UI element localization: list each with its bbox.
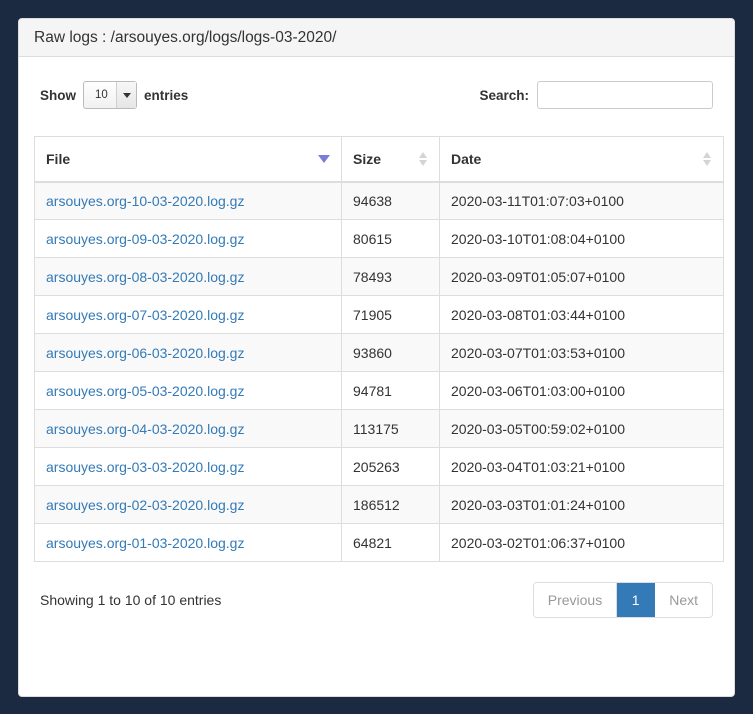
entries-info: Showing 1 to 10 of 10 entries — [40, 592, 222, 608]
cell-size: 94638 — [341, 181, 440, 220]
cell-file: arsouyes.org-04-03-2020.log.gz — [34, 409, 342, 448]
column-header-date-label: Date — [451, 150, 482, 167]
cell-size: 71905 — [341, 295, 440, 334]
cell-file: arsouyes.org-10-03-2020.log.gz — [34, 181, 342, 220]
sort-descending-icon — [318, 154, 330, 163]
cell-file: arsouyes.org-01-03-2020.log.gz — [34, 523, 342, 562]
cell-date: 2020-03-08T01:03:44+0100 — [439, 295, 724, 334]
table-row: arsouyes.org-06-03-2020.log.gz 93860 2020-… — [34, 333, 724, 372]
table-controls: Show 10 entries Search: — [34, 78, 719, 112]
cell-size: 64821 — [341, 523, 440, 562]
table-row: arsouyes.org-01-03-2020.log.gz 64821 2020-… — [34, 523, 724, 562]
search-control: Search: — [479, 81, 713, 109]
page-length-select[interactable]: 10 — [83, 81, 137, 109]
file-link[interactable]: arsouyes.org-09-03-2020.log.gz — [46, 231, 244, 247]
cell-file: arsouyes.org-09-03-2020.log.gz — [34, 219, 342, 258]
chevron-down-icon — [116, 82, 136, 108]
pagination-page-1-button[interactable]: 1 — [617, 583, 656, 617]
cell-date: 2020-03-11T01:07:03+0100 — [439, 181, 724, 220]
show-label: Show — [40, 87, 76, 103]
file-link[interactable]: arsouyes.org-10-03-2020.log.gz — [46, 193, 244, 209]
cell-date: 2020-03-05T00:59:02+0100 — [439, 409, 724, 448]
file-link[interactable]: arsouyes.org-02-03-2020.log.gz — [46, 497, 244, 513]
cell-size: 205263 — [341, 447, 440, 486]
pagination-previous-button[interactable]: Previous — [533, 583, 618, 617]
column-header-date[interactable]: Date — [439, 136, 724, 183]
cell-date: 2020-03-04T01:03:21+0100 — [439, 447, 724, 486]
column-header-size[interactable]: Size — [341, 136, 440, 183]
cell-file: arsouyes.org-02-03-2020.log.gz — [34, 485, 342, 524]
table-row: arsouyes.org-05-03-2020.log.gz 94781 2020-… — [34, 371, 724, 410]
file-link[interactable]: arsouyes.org-05-03-2020.log.gz — [46, 383, 244, 399]
column-header-size-label: Size — [353, 150, 382, 167]
file-link[interactable]: arsouyes.org-01-03-2020.log.gz — [46, 535, 244, 551]
cell-size: 93860 — [341, 333, 440, 372]
cell-size: 113175 — [341, 409, 440, 448]
cell-date: 2020-03-03T01:01:24+0100 — [439, 485, 724, 524]
table-footer: Showing 1 to 10 of 10 entries Previous 1… — [34, 582, 719, 618]
column-header-file-label: File — [46, 150, 71, 167]
sort-both-icon — [419, 151, 428, 167]
file-link[interactable]: arsouyes.org-03-03-2020.log.gz — [46, 459, 244, 475]
table-row: arsouyes.org-09-03-2020.log.gz 80615 2020-… — [34, 219, 724, 258]
cell-size: 78493 — [341, 257, 440, 296]
table-row: arsouyes.org-08-03-2020.log.gz 78493 2020-… — [34, 257, 724, 296]
page-title: Raw logs : /arsouyes.org/logs/logs-03-20… — [34, 28, 337, 46]
entries-label: entries — [144, 87, 189, 103]
page-length-value: 10 — [95, 89, 108, 101]
cell-size: 80615 — [341, 219, 440, 258]
cell-file: arsouyes.org-07-03-2020.log.gz — [34, 295, 342, 334]
logs-table: File Size Date arsouyes.org-10-03-2020.l… — [34, 136, 724, 562]
table-row: arsouyes.org-10-03-2020.log.gz 94638 2020-… — [34, 181, 724, 220]
cell-file: arsouyes.org-08-03-2020.log.gz — [34, 257, 342, 296]
search-label: Search: — [479, 87, 529, 103]
file-link[interactable]: arsouyes.org-07-03-2020.log.gz — [46, 307, 244, 323]
table-row: arsouyes.org-07-03-2020.log.gz 71905 2020-… — [34, 295, 724, 334]
file-link[interactable]: arsouyes.org-04-03-2020.log.gz — [46, 421, 244, 437]
file-link[interactable]: arsouyes.org-08-03-2020.log.gz — [46, 269, 244, 285]
cell-size: 94781 — [341, 371, 440, 410]
table-row: arsouyes.org-04-03-2020.log.gz 113175 2020… — [34, 409, 724, 448]
pagination: Previous 1 Next — [532, 582, 713, 618]
search-input[interactable] — [537, 81, 713, 109]
panel-body: Show 10 entries Search: File Size Date a… — [19, 57, 734, 633]
cell-date: 2020-03-02T01:06:37+0100 — [439, 523, 724, 562]
table-row: arsouyes.org-03-03-2020.log.gz 205263 2020… — [34, 447, 724, 486]
file-link[interactable]: arsouyes.org-06-03-2020.log.gz — [46, 345, 244, 361]
table-header-row: File Size Date — [34, 136, 724, 183]
cell-date: 2020-03-07T01:03:53+0100 — [439, 333, 724, 372]
cell-date: 2020-03-10T01:08:04+0100 — [439, 219, 724, 258]
entries-length-control: Show 10 entries — [40, 81, 188, 109]
raw-logs-panel: Raw logs : /arsouyes.org/logs/logs-03-20… — [18, 18, 735, 697]
cell-date: 2020-03-09T01:05:07+0100 — [439, 257, 724, 296]
cell-file: arsouyes.org-03-03-2020.log.gz — [34, 447, 342, 486]
cell-date: 2020-03-06T01:03:00+0100 — [439, 371, 724, 410]
sort-both-icon — [703, 151, 712, 167]
cell-file: arsouyes.org-06-03-2020.log.gz — [34, 333, 342, 372]
table-body: arsouyes.org-10-03-2020.log.gz 94638 2020-… — [34, 181, 724, 562]
pagination-next-button[interactable]: Next — [655, 583, 712, 617]
panel-heading: Raw logs : /arsouyes.org/logs/logs-03-20… — [19, 19, 734, 57]
table-head: File Size Date — [34, 136, 724, 183]
cell-file: arsouyes.org-05-03-2020.log.gz — [34, 371, 342, 410]
table-row: arsouyes.org-02-03-2020.log.gz 186512 2020… — [34, 485, 724, 524]
column-header-file[interactable]: File — [34, 136, 342, 183]
cell-size: 186512 — [341, 485, 440, 524]
